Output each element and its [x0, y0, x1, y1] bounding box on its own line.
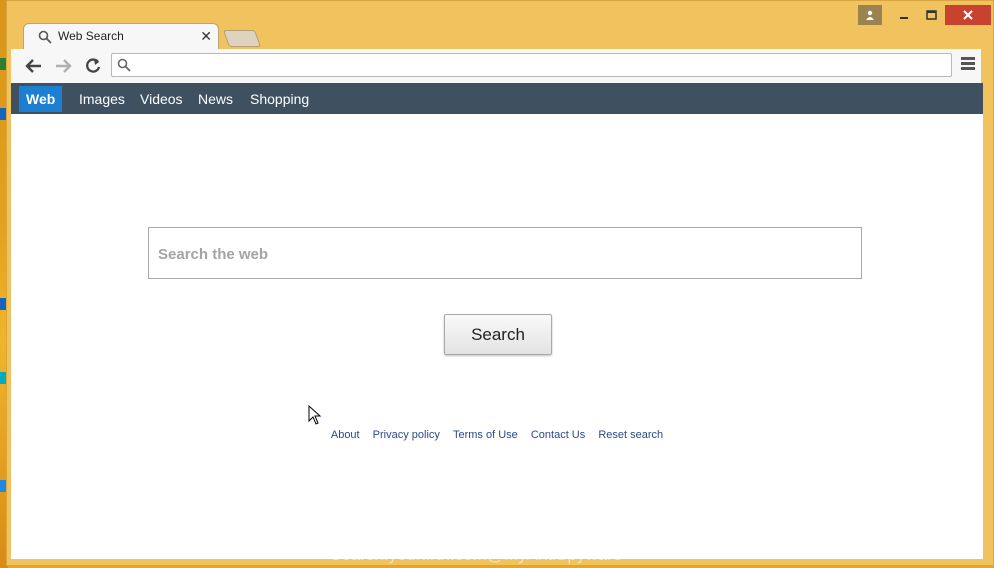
browser-toolbar — [11, 49, 981, 83]
new-tab-button[interactable] — [222, 30, 262, 47]
search-category-nav: Web Images Videos News Shopping — [11, 83, 983, 114]
browser-tab[interactable]: Web Search ✕ — [23, 23, 219, 49]
search-box[interactable] — [148, 227, 862, 279]
footer-link-about[interactable]: About — [331, 429, 360, 441]
nav-item-shopping[interactable]: Shopping — [250, 86, 309, 112]
mouse-cursor-icon — [308, 405, 322, 425]
forward-arrow-icon[interactable] — [52, 55, 74, 77]
footer-link-terms-of-use[interactable]: Terms of Use — [453, 429, 518, 441]
address-bar[interactable] — [111, 53, 952, 77]
minimize-icon[interactable] — [891, 5, 917, 25]
footer-link-contact-us[interactable]: Contact Us — [531, 429, 585, 441]
watermark-text: Search.yourfirth.com@MyAntiSpyware — [330, 545, 623, 564]
footer-link-privacy-policy[interactable]: Privacy policy — [373, 429, 440, 441]
nav-item-images[interactable]: Images — [79, 86, 125, 112]
nav-item-videos[interactable]: Videos — [140, 86, 183, 112]
search-button[interactable]: Search — [444, 314, 552, 355]
address-input[interactable] — [136, 56, 940, 76]
page-viewport: Web Images Videos News Shopping Search A… — [11, 83, 983, 559]
search-input[interactable] — [156, 242, 850, 266]
footer-link-reset-search[interactable]: Reset search — [598, 429, 663, 441]
user-icon[interactable] — [858, 5, 882, 25]
tab-close-icon[interactable]: ✕ — [200, 28, 212, 45]
browser-window: Web Search ✕ Web Images Videos News Shop… — [6, 0, 994, 566]
search-icon — [38, 30, 52, 44]
reload-icon[interactable] — [82, 55, 104, 77]
maximize-icon[interactable] — [918, 5, 944, 25]
search-icon — [117, 58, 131, 72]
back-arrow-icon[interactable] — [23, 55, 45, 77]
footer-links: About Privacy policy Terms of Use Contac… — [11, 429, 983, 441]
nav-item-news[interactable]: News — [198, 86, 233, 112]
nav-item-web[interactable]: Web — [19, 86, 63, 112]
close-icon[interactable] — [945, 5, 991, 25]
hamburger-menu-icon[interactable] — [961, 57, 977, 75]
tab-title: Web Search — [58, 29, 124, 43]
